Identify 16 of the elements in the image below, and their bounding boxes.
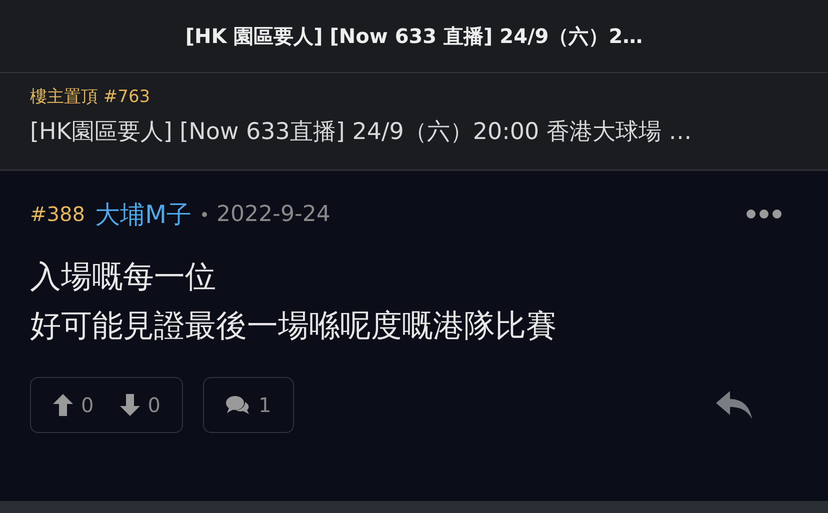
- pinned-text: [HK園區要人] [Now 633直播] 24/9（六）20:00 香港大球場 …: [30, 118, 693, 147]
- speech-bubbles-icon: [226, 395, 250, 415]
- up-arrow-icon: [53, 394, 73, 416]
- author-name[interactable]: 大埔M子: [94, 198, 192, 230]
- post-date: 2022-9-24: [216, 202, 330, 226]
- floor-number: #388: [30, 202, 85, 226]
- vote-button[interactable]: 0 0: [30, 377, 184, 433]
- comments-button[interactable]: 1: [203, 377, 294, 433]
- pinned-label: 樓主置頂 #763: [30, 86, 152, 108]
- reply-icon[interactable]: [716, 391, 752, 419]
- down-arrow-icon: [120, 394, 140, 416]
- pinned-post-banner[interactable]: 樓主置頂 #763 [HK園區要人] [Now 633直播] 24/9（六）20:00 香港大球場 …: [0, 73, 828, 171]
- post-body: 入場嘅每一位 好可能見證最後一場喺呢度嘅港隊比賽: [30, 258, 558, 346]
- separator-dot: [202, 212, 207, 216]
- thread-title: [HK 園區要人] [Now 633 直播] 24/9（六）2…: [185, 22, 643, 50]
- more-icon[interactable]: [746, 209, 782, 219]
